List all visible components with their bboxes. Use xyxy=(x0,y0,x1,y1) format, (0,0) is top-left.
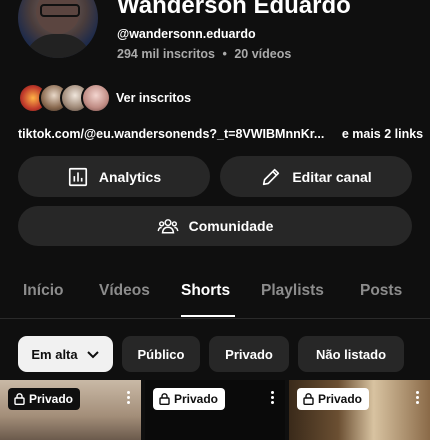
privacy-label: Privado xyxy=(29,392,74,406)
filter-public[interactable]: Público xyxy=(122,336,200,372)
analytics-icon xyxy=(68,167,87,186)
privacy-label: Privado xyxy=(174,392,219,406)
more-options-icon[interactable] xyxy=(126,391,130,404)
short-thumbnail[interactable]: Privado xyxy=(289,380,430,440)
chevron-down-icon xyxy=(86,351,99,359)
more-options-icon[interactable] xyxy=(415,391,419,404)
subscriber-count: 294 mil inscritos xyxy=(117,47,215,61)
filter-private[interactable]: Privado xyxy=(209,336,289,372)
more-links[interactable]: e mais 2 links xyxy=(342,127,423,141)
channel-avatar[interactable] xyxy=(18,0,98,58)
tab-playlists[interactable]: Playlists xyxy=(261,282,324,300)
filter-unlisted[interactable]: Não listado xyxy=(298,336,404,372)
analytics-button[interactable]: Analytics xyxy=(18,156,210,197)
sort-dropdown[interactable]: Em alta xyxy=(18,336,113,372)
tab-videos[interactable]: Vídeos xyxy=(99,282,150,300)
lock-icon xyxy=(159,393,170,405)
short-thumbnail[interactable]: Privado xyxy=(145,380,285,440)
privacy-badge: Privado xyxy=(153,388,226,410)
channel-handle: @wandersonn.eduardo xyxy=(117,27,256,41)
avatar-shirt xyxy=(24,34,92,58)
tab-shorts[interactable]: Shorts xyxy=(181,282,230,300)
subscriber-avatar xyxy=(81,83,111,113)
channel-tabs: Início Vídeos Shorts Playlists Posts xyxy=(0,278,430,319)
avatar-glasses xyxy=(40,4,80,17)
privacy-badge: Privado xyxy=(8,388,81,410)
edit-channel-label: Editar canal xyxy=(292,168,372,185)
channel-links: tiktok.com/@eu.wandersonends?_t=8VWIBMnn… xyxy=(18,127,423,141)
view-subscribers-link[interactable]: Ver inscritos xyxy=(116,91,191,105)
channel-stats: 294 mil inscritos • 20 vídeos xyxy=(117,47,291,61)
subscriber-avatars[interactable] xyxy=(18,83,111,113)
community-icon xyxy=(157,219,179,234)
sort-label: Em alta xyxy=(31,346,78,362)
edit-channel-button[interactable]: Editar canal xyxy=(220,156,412,197)
pencil-icon xyxy=(263,168,280,185)
more-options-icon[interactable] xyxy=(270,391,274,404)
privacy-label: Privado xyxy=(318,392,363,406)
analytics-label: Analytics xyxy=(98,168,162,185)
community-label: Comunidade xyxy=(188,218,274,234)
channel-name: Wanderson Eduardo xyxy=(117,0,351,19)
community-button[interactable]: Comunidade xyxy=(18,206,412,246)
video-count: 20 vídeos xyxy=(234,47,292,61)
stats-separator: • xyxy=(222,47,227,61)
tiktok-link[interactable]: tiktok.com/@eu.wandersonends?_t=8VWIBMnn… xyxy=(18,127,324,141)
privacy-badge: Privado xyxy=(297,388,370,410)
tab-inicio[interactable]: Início xyxy=(23,282,63,300)
lock-icon xyxy=(303,393,314,405)
active-tab-indicator xyxy=(181,315,235,317)
lock-icon xyxy=(14,393,25,405)
tab-posts[interactable]: Posts xyxy=(360,282,402,300)
short-thumbnail[interactable]: Privado xyxy=(0,380,141,440)
